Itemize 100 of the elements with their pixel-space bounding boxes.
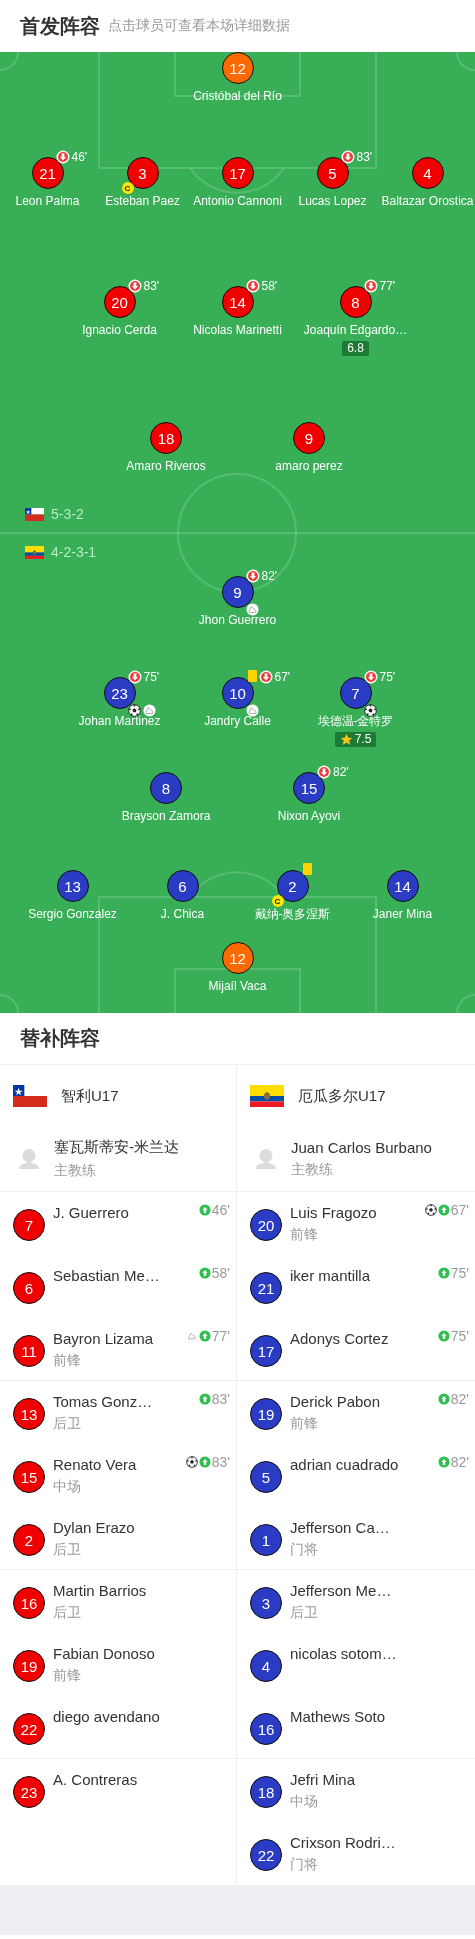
player-disc[interactable]: 22 <box>250 1839 282 1871</box>
sub-in-icon <box>437 1393 450 1405</box>
player-name: Jandry Calle <box>204 714 271 728</box>
person-placeholder-icon <box>17 1147 41 1171</box>
player-name: J. Chica <box>160 907 205 921</box>
sub-minute: 82' <box>333 765 349 779</box>
player-name: Amaro Riveros <box>126 459 206 473</box>
person-placeholder-icon <box>254 1147 278 1171</box>
player-disc[interactable]: 22 <box>13 1713 45 1745</box>
section-hint: 点击球员可查看本场详细数据 <box>108 17 290 35</box>
player-name: Derick Pabon <box>290 1393 381 1410</box>
sub-in-icon <box>437 1267 450 1279</box>
player-disc[interactable]: 3 <box>250 1587 282 1619</box>
player-name: J. Guerrero <box>53 1204 129 1221</box>
player-name: Nixon Ayovi <box>277 809 341 823</box>
sub-out-icon <box>127 670 142 684</box>
coach-role: 主教练 <box>54 1162 97 1180</box>
player-name: A. Contreras <box>53 1771 138 1788</box>
rating-value: 6.8 <box>347 342 364 355</box>
player-disc[interactable]: 1 <box>250 1524 282 1556</box>
sub-minute: 77' <box>379 279 396 293</box>
player-name: Crixson Rodri… <box>290 1834 396 1851</box>
ball-icon <box>363 704 377 717</box>
sub-minute: 67' <box>450 1202 469 1218</box>
player-name: diego avendano <box>53 1708 160 1725</box>
sub-out-icon <box>245 279 260 293</box>
chile-flag-icon <box>13 1085 47 1107</box>
player-name: Antonio Cannoni <box>193 194 282 208</box>
sub-out-icon <box>363 279 378 293</box>
player-disc[interactable]: 19 <box>13 1650 45 1682</box>
player-disc[interactable]: 18 <box>250 1776 282 1808</box>
player-position: 前锋 <box>53 1667 82 1685</box>
player-name: Johan Martinez <box>78 714 161 728</box>
section-title: 首发阵容 <box>20 12 100 40</box>
coach-name: Juan Carlos Burbano <box>291 1139 432 1156</box>
player-position: 后卫 <box>53 1415 82 1433</box>
player-disc[interactable]: 2 <box>13 1524 45 1556</box>
player-name: Luis Fragozo <box>290 1204 377 1221</box>
sub-minute: 77' <box>211 1328 230 1344</box>
player-name: Sergio Gonzalez <box>28 907 117 921</box>
sub-out-icon <box>55 150 70 164</box>
sub-minute: 58' <box>261 279 278 293</box>
player-disc[interactable]: 13 <box>13 1398 45 1430</box>
player-name: Tomas Gonz… <box>53 1393 153 1410</box>
player-disc[interactable]: 7 <box>13 1209 45 1241</box>
chile-flag-icon <box>25 507 44 521</box>
sub-minute: 67' <box>274 670 291 684</box>
player-name: Cristóbal del Río <box>193 89 282 103</box>
player-name: Lucas Lopez <box>298 194 367 208</box>
player-name: Ignacio Cerda <box>82 323 157 337</box>
player-name: Jefferson Me… <box>290 1582 392 1599</box>
player-disc[interactable]: 11 <box>13 1335 45 1367</box>
player-disc[interactable]: 6 <box>13 1272 45 1304</box>
player-name: Mijaíl Vaca <box>208 979 267 993</box>
player-name: Brayson Zamora <box>121 809 211 823</box>
player-name: Mathews Soto <box>290 1708 386 1725</box>
player-disc[interactable]: 23 <box>13 1776 45 1808</box>
player-name: nicolas sotom… <box>290 1645 397 1662</box>
player-disc[interactable]: 16 <box>13 1587 45 1619</box>
player-disc[interactable]: 16 <box>250 1713 282 1745</box>
ecuador-flag-icon <box>25 545 44 559</box>
sub-minute: 83' <box>143 279 160 293</box>
team-name: 智利U17 <box>61 1086 119 1106</box>
player-disc[interactable]: 17 <box>250 1335 282 1367</box>
ecuador-flag-icon <box>250 1085 284 1107</box>
player-name: Jhon Guerrero <box>198 613 277 627</box>
sub-in-icon <box>437 1330 450 1342</box>
player-name: iker mantilla <box>290 1267 371 1284</box>
player-position: 中场 <box>290 1793 319 1811</box>
sub-out-icon <box>245 569 260 583</box>
sub-minute: 58' <box>211 1265 230 1281</box>
sub-minute: 82' <box>450 1391 469 1407</box>
sub-minute: 82' <box>450 1454 469 1470</box>
player-disc[interactable]: 5 <box>250 1461 282 1493</box>
player-name: Fabian Donoso <box>53 1645 155 1662</box>
player-disc[interactable]: 20 <box>250 1209 282 1241</box>
sub-in-icon <box>198 1456 211 1468</box>
player-position: 门将 <box>290 1541 319 1559</box>
player-name: Martin Barrios <box>53 1582 147 1599</box>
player-name: adrian cuadrado <box>290 1456 399 1473</box>
coach-role: 主教练 <box>291 1161 334 1179</box>
sub-minute: 46' <box>71 150 88 164</box>
player-disc[interactable]: 21 <box>250 1272 282 1304</box>
sub-out-icon <box>258 670 273 684</box>
coach-name: 塞瓦斯蒂安-米兰达 <box>54 1138 179 1157</box>
sub-in-icon <box>198 1204 211 1216</box>
player-position: 门将 <box>290 1856 319 1874</box>
player-name: Baltazar Orostica <box>381 194 474 208</box>
player-disc[interactable]: 15 <box>13 1461 45 1493</box>
sub-minute: 46' <box>211 1202 230 1218</box>
player-name: Nicolas Marinetti <box>193 323 282 337</box>
player-name: 埃德温-金特罗 <box>317 714 394 728</box>
player-name: Esteban Paez <box>105 194 180 208</box>
player-disc[interactable]: 19 <box>250 1398 282 1430</box>
player-name: Adonys Cortez <box>290 1330 389 1347</box>
player-name: 戴纳-奥多涅斯 <box>254 907 331 921</box>
player-name: Jefri Mina <box>290 1771 356 1788</box>
ball-icon <box>424 1204 437 1216</box>
player-disc[interactable]: 4 <box>250 1650 282 1682</box>
sub-out-icon <box>363 670 378 684</box>
